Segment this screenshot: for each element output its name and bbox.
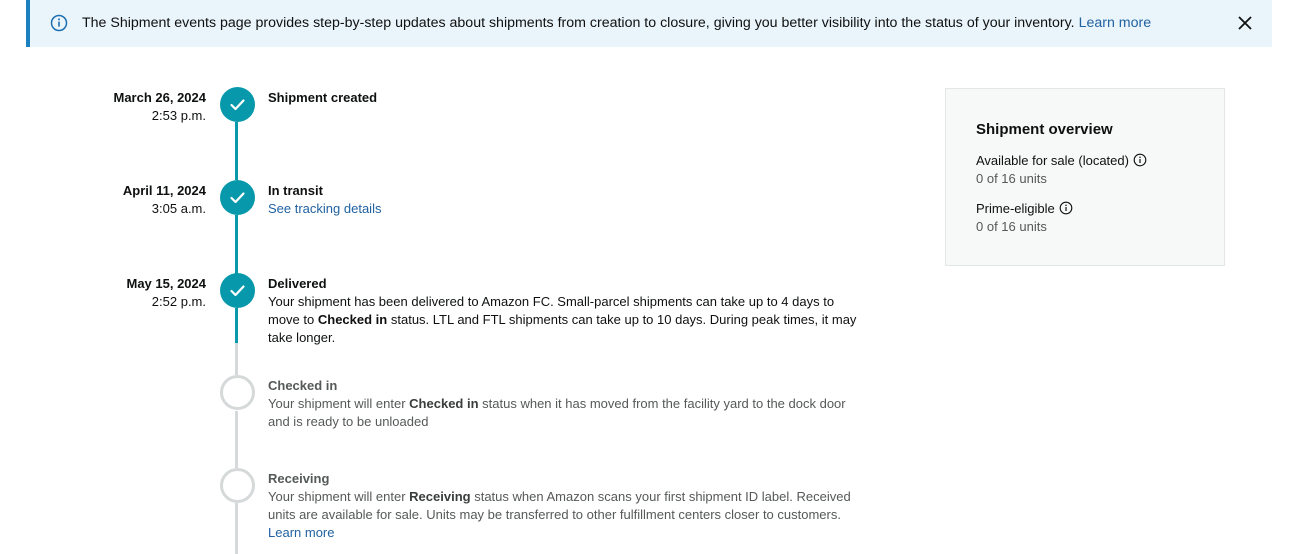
timeline-connector [235,503,238,554]
step-title: Receiving [268,471,330,486]
step-complete-icon [220,273,255,308]
step-description: Your shipment has been delivered to Amaz… [268,293,858,347]
timeline-connector [235,343,238,375]
step-date-text: March 26, 2024 [113,90,206,105]
timeline-connector [235,411,238,468]
checkmark-icon [230,192,245,204]
checkmark-icon [230,99,245,111]
step-date: May 15, 2024 2:52 p.m. [0,275,206,311]
step-complete-icon [220,180,255,215]
step-complete-icon [220,87,255,122]
step-title: Checked in [268,378,338,393]
step-description-bold: Checked in [409,396,479,411]
checkmark-icon [230,285,245,297]
overview-item-label: Available for sale (located) [976,153,1129,168]
banner-message: The Shipment events page provides step-b… [82,14,1151,32]
step-date: March 26, 2024 2:53 p.m. [0,89,206,125]
overview-item-available: Available for sale (located) 0 of 16 uni… [976,152,1147,188]
step-time-text: 2:52 p.m. [151,294,206,309]
overview-item-label: Prime-eligible [976,201,1055,216]
step-date: April 11, 2024 3:05 a.m. [0,182,206,218]
timeline-connector [235,215,238,274]
step-title: Shipment created [268,90,378,105]
banner-text: The Shipment events page provides step-b… [82,15,1075,31]
step-description: Your shipment will enter Checked in stat… [268,395,858,431]
step-content: Receiving Your shipment will enter Recei… [268,470,858,542]
step-date-text: April 11, 2024 [122,183,206,198]
info-icon[interactable] [1133,153,1147,167]
timeline-connector [235,308,238,343]
step-content: In transit See tracking details [268,182,858,218]
step-time-text: 2:53 p.m. [151,108,206,123]
overview-title: Shipment overview [976,121,1113,138]
step-date-text: May 15, 2024 [126,276,206,291]
overview-item-value: 0 of 16 units [976,219,1047,234]
step-content: Shipment created [268,89,858,107]
info-icon[interactable] [1059,201,1073,215]
step-description-text: Your shipment will enter [268,489,406,504]
step-description: Your shipment will enter Receiving statu… [268,488,858,542]
receiving-learn-more-link[interactable]: Learn more [268,525,334,540]
banner-learn-more-link[interactable]: Learn more [1079,15,1152,31]
step-content: Checked in Your shipment will enter Chec… [268,377,858,431]
timeline-connector [235,122,238,180]
step-title: Delivered [268,276,327,291]
step-description-bold: Checked in [317,312,388,327]
overview-item-value: 0 of 16 units [976,171,1047,186]
step-title: In transit [268,183,323,198]
close-icon[interactable] [1235,13,1255,33]
overview-item-prime-eligible: Prime-eligible 0 of 16 units [976,200,1073,236]
see-tracking-details-link[interactable]: See tracking details [268,200,858,218]
step-pending-icon [220,468,255,503]
shipment-overview-panel: Shipment overview Available for sale (lo… [945,88,1225,266]
step-pending-icon [220,375,255,410]
info-banner: The Shipment events page provides step-b… [26,0,1272,47]
step-description-text: Your shipment will enter [268,396,406,411]
info-icon [50,14,68,32]
step-content: Delivered Your shipment has been deliver… [268,275,858,347]
step-time-text: 3:05 a.m. [151,201,206,216]
step-description-bold: Receiving [409,489,471,504]
